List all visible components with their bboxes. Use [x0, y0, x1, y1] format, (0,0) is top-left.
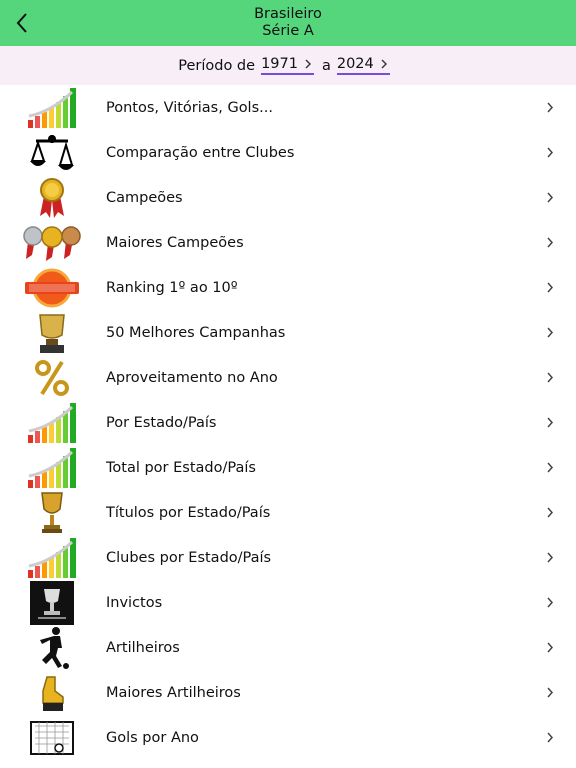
menu-item-label: Ranking 1º ao 10º: [106, 279, 238, 296]
menu-item-clubes-por-estado[interactable]: Clubes por Estado/País: [0, 535, 576, 580]
menu-item-label: Artilheiros: [106, 639, 180, 656]
menu-item-label: Maiores Artilheiros: [106, 684, 241, 701]
chevron-right-icon: [547, 642, 554, 653]
period-from-selector[interactable]: 1971: [261, 56, 314, 75]
menu-item-maiores-artilheiros[interactable]: Maiores Artilheiros: [0, 670, 576, 715]
menu-item-label: Clubes por Estado/País: [106, 549, 272, 566]
chevron-right-icon: [547, 192, 554, 203]
medals-icon: [22, 220, 82, 265]
menu-item-label: Comparação entre Clubes: [106, 144, 295, 161]
soccer-player-icon: [22, 625, 82, 670]
ranking-badge-icon: [22, 265, 82, 310]
percent-icon: [22, 355, 82, 400]
period-filter-bar: Período de 1971 a 2024: [0, 46, 576, 85]
menu-item-label: Maiores Campeões: [106, 234, 244, 251]
menu-item-label: Total por Estado/País: [106, 459, 256, 476]
menu-item-invictos[interactable]: Invictos: [0, 580, 576, 625]
chevron-right-icon: [547, 237, 554, 248]
menu-item-label: 50 Melhores Campanhas: [106, 324, 286, 341]
menu-item-label: Títulos por Estado/País: [106, 504, 271, 521]
menu-item-label: Gols por Ano: [106, 729, 199, 746]
period-label: Período de: [178, 57, 256, 74]
menu-item-titulos-por-estado[interactable]: Títulos por Estado/País: [0, 490, 576, 535]
bar-chart-icon: [22, 400, 82, 445]
menu-item-50-melhores[interactable]: 50 Melhores Campanhas: [0, 310, 576, 355]
chevron-right-icon: [547, 372, 554, 383]
soccer-goal-icon: [22, 715, 82, 760]
unbeaten-trophy-icon: [22, 580, 82, 625]
chevron-right-icon: [547, 327, 554, 338]
top-50-trophy-icon: [22, 310, 82, 355]
chevron-right-icon: [547, 732, 554, 743]
period-to-value: 2024: [336, 56, 374, 72]
period-to-selector[interactable]: 2024: [336, 56, 390, 75]
gold-medal-icon: [22, 175, 82, 220]
chevron-right-icon: [547, 102, 554, 113]
menu-item-label: Campeões: [106, 189, 183, 206]
menu-item-ranking[interactable]: Ranking 1º ao 10º: [0, 265, 576, 310]
chevron-right-icon: [547, 597, 554, 608]
chevron-right-icon: [547, 147, 554, 158]
chevron-right-icon: [547, 417, 554, 428]
chevron-right-icon: [547, 282, 554, 293]
menu-item-label: Invictos: [106, 594, 163, 611]
menu-item-artilheiros[interactable]: Artilheiros: [0, 625, 576, 670]
chevron-right-icon: [547, 552, 554, 563]
trophy-cup-icon: [22, 490, 82, 535]
menu-item-label: Por Estado/País: [106, 414, 217, 431]
bar-chart-icon: [22, 85, 82, 130]
menu-item-campeoes[interactable]: Campeões: [0, 175, 576, 220]
menu-item-gols-por-ano[interactable]: Gols por Ano: [0, 715, 576, 760]
bar-chart-icon: [22, 535, 82, 580]
chevron-right-icon: [547, 687, 554, 698]
period-separator: a: [321, 57, 331, 74]
balance-scale-icon: [22, 130, 82, 175]
period-from-value: 1971: [261, 56, 298, 72]
menu-item-label: Pontos, Vitórias, Gols...: [106, 99, 273, 116]
chevron-right-icon: [547, 462, 554, 473]
menu-item-label: Aproveitamento no Ano: [106, 369, 278, 386]
title-line-2: Série A: [262, 23, 314, 39]
menu-item-maiores-campeoes[interactable]: Maiores Campeões: [0, 220, 576, 265]
back-arrow-icon[interactable]: [12, 8, 34, 38]
menu-list: Pontos, Vitórias, Gols... Comparação ent…: [0, 85, 576, 760]
bar-chart-icon: [22, 445, 82, 490]
menu-item-por-estado[interactable]: Por Estado/País: [0, 400, 576, 445]
title-line-1: Brasileiro: [254, 6, 322, 22]
chevron-right-icon: [547, 507, 554, 518]
menu-item-pontos[interactable]: Pontos, Vitórias, Gols...: [0, 85, 576, 130]
nav-header: Brasileiro Série A: [0, 0, 576, 46]
chevron-right-icon: [381, 59, 387, 69]
menu-item-aproveitamento[interactable]: Aproveitamento no Ano: [0, 355, 576, 400]
golden-boot-icon: [22, 670, 82, 715]
menu-item-comparacao[interactable]: Comparação entre Clubes: [0, 130, 576, 175]
page-title: Brasileiro Série A: [0, 0, 576, 40]
chevron-right-icon: [305, 59, 311, 69]
menu-item-total-por-estado[interactable]: Total por Estado/País: [0, 445, 576, 490]
